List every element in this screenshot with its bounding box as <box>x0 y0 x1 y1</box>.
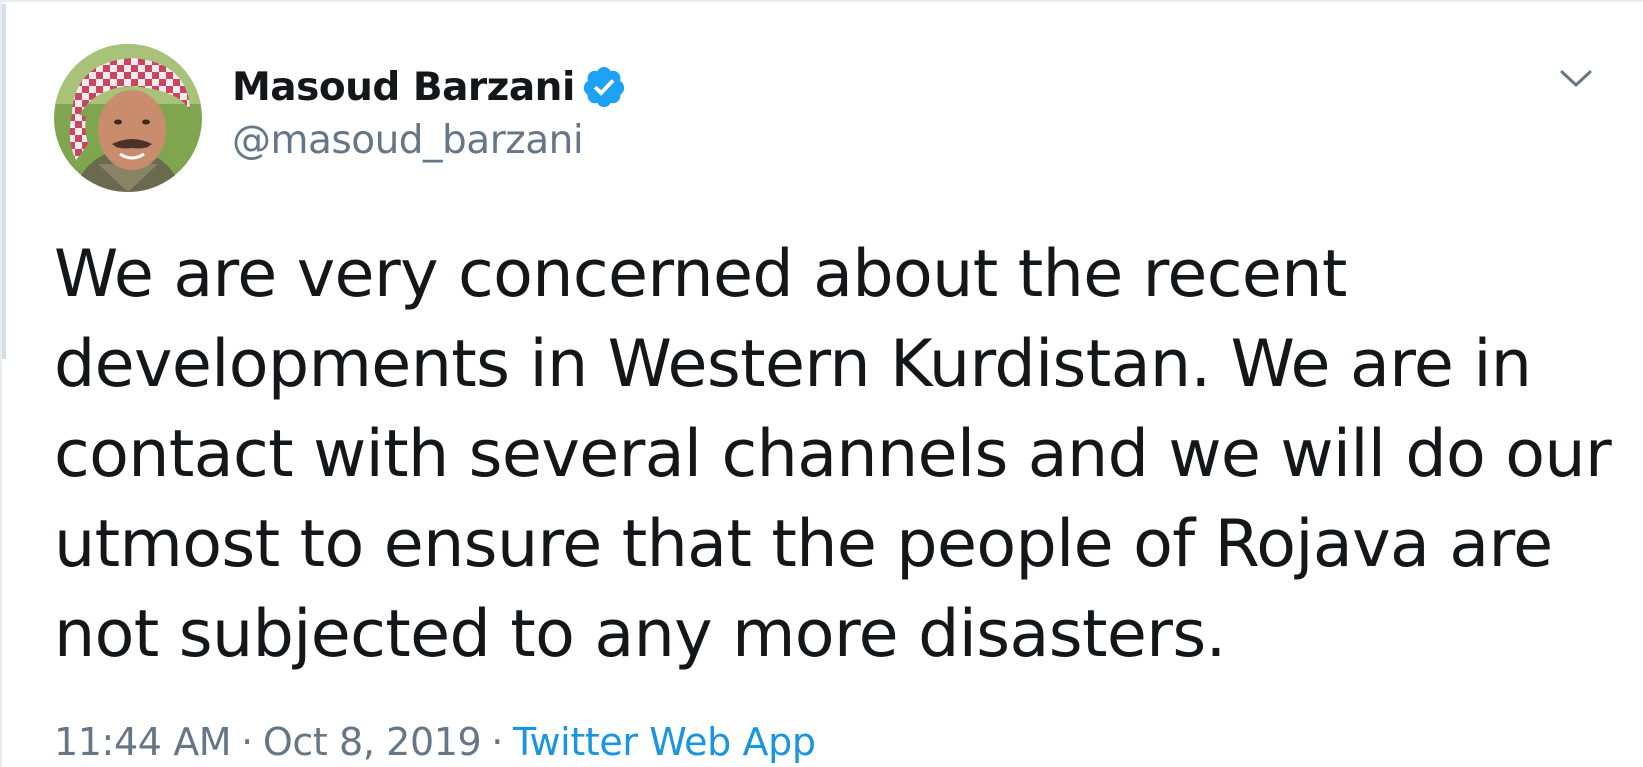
chevron-down-icon <box>1560 70 1592 87</box>
tweet-menu-button[interactable] <box>1558 64 1594 92</box>
meta-separator: · <box>241 720 253 764</box>
tweet-source-link[interactable]: Twitter Web App <box>513 720 816 764</box>
profile-photo-avatar-icon <box>54 44 202 192</box>
author-display-name[interactable]: Masoud Barzani <box>232 65 575 110</box>
author-info: Masoud Barzani @masoud_barzani <box>232 58 627 163</box>
avatar[interactable] <box>54 44 202 192</box>
name-row: Masoud Barzani <box>232 58 627 116</box>
tweet-metadata: 11:44 AM · Oct 8, 2019 · Twitter Web App <box>54 720 816 764</box>
tweet-time[interactable]: 11:44 AM <box>54 720 232 764</box>
tweet-date[interactable]: Oct 8, 2019 <box>263 720 482 764</box>
left-divider <box>2 4 6 359</box>
tweet-card: Masoud Barzani @masoud_barzani We are ve… <box>0 0 1643 767</box>
author-handle[interactable]: @masoud_barzani <box>232 118 627 163</box>
meta-separator: · <box>491 720 503 764</box>
tweet-text: We are very concerned about the recent d… <box>54 237 1612 672</box>
verified-badge-icon <box>581 64 627 110</box>
